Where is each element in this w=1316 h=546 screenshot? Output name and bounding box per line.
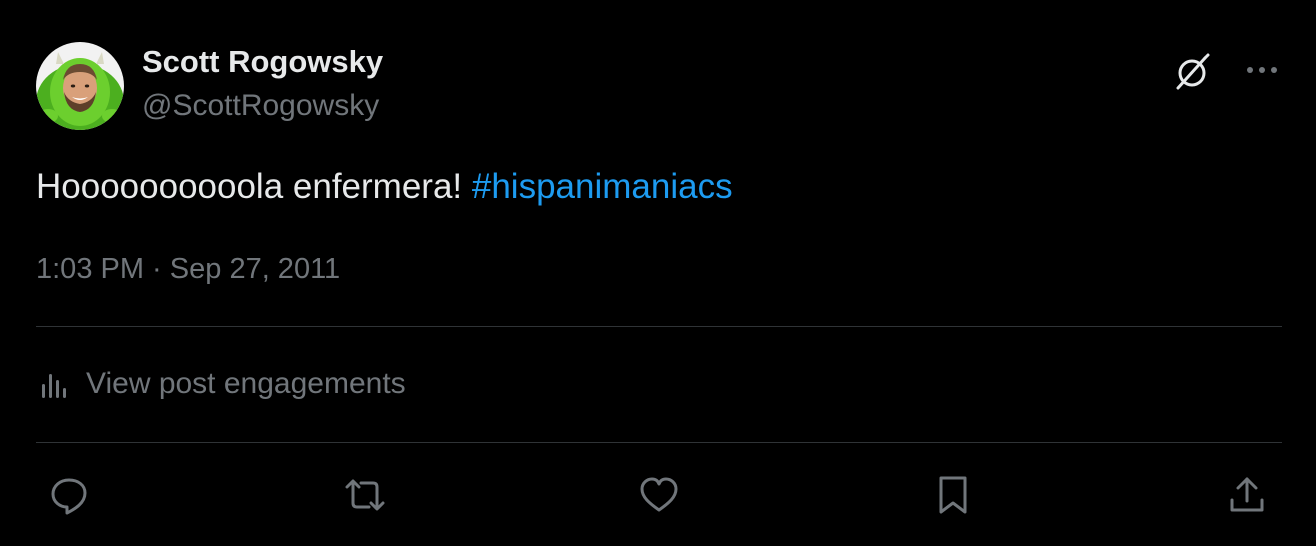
more-options-icon bbox=[1247, 67, 1277, 73]
tweet-date[interactable]: Sep 27, 2011 bbox=[170, 253, 340, 285]
repost-icon bbox=[345, 479, 385, 511]
tweet-text-body: Hoooooooooola enfermera! bbox=[36, 167, 472, 206]
analytics-icon bbox=[36, 366, 72, 402]
grok-icon bbox=[1176, 53, 1210, 90]
divider bbox=[36, 326, 1282, 327]
tweet-metadata: 1:03 PM · Sep 27, 2011 bbox=[36, 250, 340, 288]
hashtag-link[interactable]: #hispanimaniacs bbox=[472, 167, 733, 206]
divider bbox=[36, 442, 1282, 443]
author-display-name[interactable]: Scott Rogowsky bbox=[142, 42, 383, 82]
bookmark-icon bbox=[939, 476, 967, 514]
avatar[interactable] bbox=[36, 42, 124, 130]
bookmark-button[interactable] bbox=[928, 470, 978, 520]
profile-photo bbox=[36, 42, 124, 130]
heart-icon bbox=[640, 477, 678, 512]
share-button[interactable] bbox=[1222, 470, 1272, 520]
view-engagements-link[interactable]: View post engagements bbox=[36, 364, 406, 404]
tweet-time[interactable]: 1:03 PM bbox=[36, 253, 144, 285]
reply-icon bbox=[51, 478, 87, 515]
more-options-button[interactable] bbox=[1240, 50, 1284, 90]
grok-button[interactable] bbox=[1170, 50, 1214, 94]
tweet-detail: Scott Rogowsky @ScottRogowsky Hooooooooo… bbox=[0, 0, 1316, 546]
like-button[interactable] bbox=[634, 470, 684, 520]
repost-button[interactable] bbox=[340, 470, 390, 520]
author-handle[interactable]: @ScottRogowsky bbox=[142, 86, 379, 126]
share-icon bbox=[1230, 477, 1264, 512]
view-engagements-label: View post engagements bbox=[86, 367, 406, 400]
meta-separator: · bbox=[144, 253, 170, 285]
tweet-text: Hoooooooooola enfermera! #hispanimaniacs bbox=[36, 164, 733, 210]
reply-button[interactable] bbox=[44, 470, 94, 520]
